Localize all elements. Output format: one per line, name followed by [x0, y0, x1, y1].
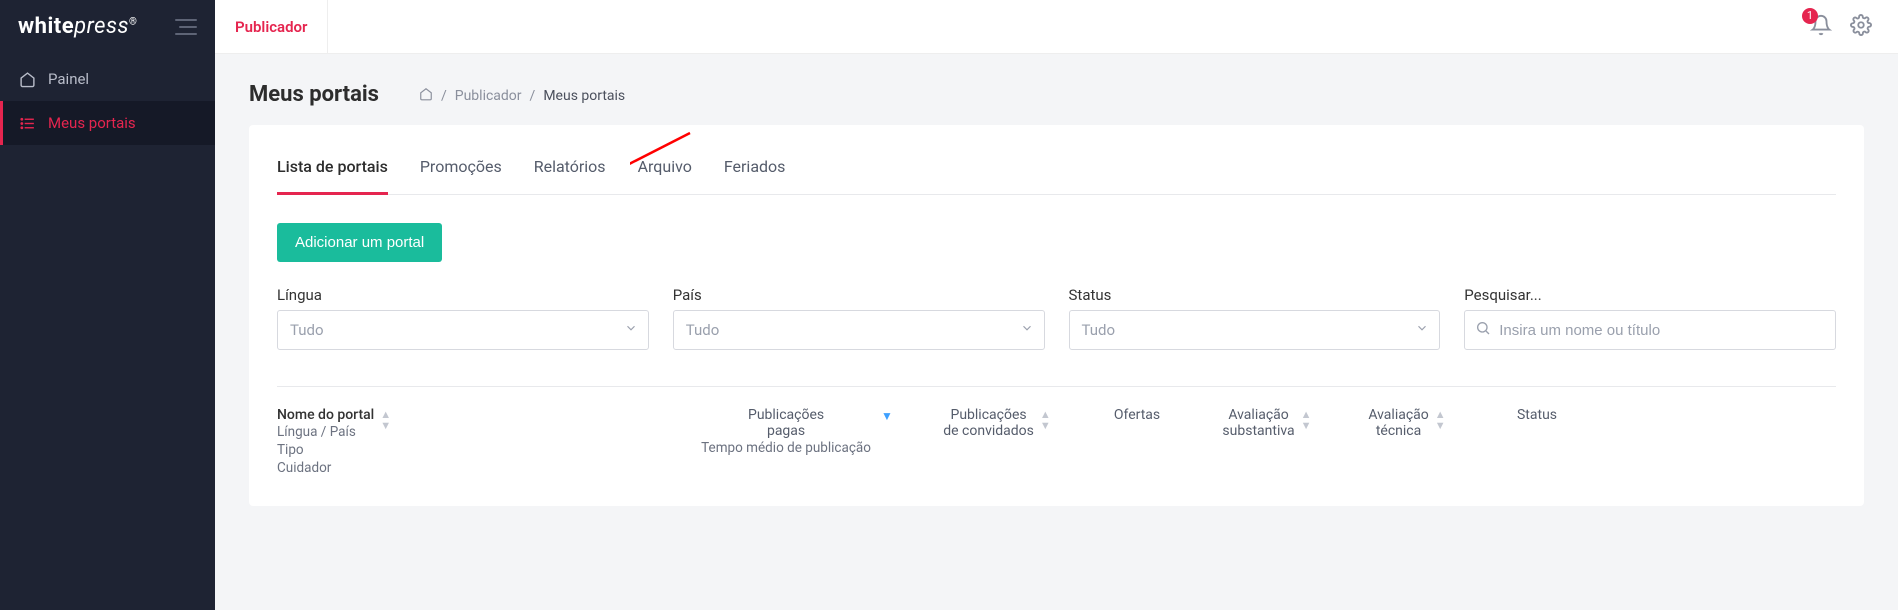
top-tab-label: Publicador [235, 18, 307, 36]
tab-promocoes[interactable]: Promoções [420, 143, 502, 194]
sort-icon: ▲▼ [1040, 409, 1051, 431]
sidebar-item-label: Meus portais [48, 114, 136, 132]
notifications-button[interactable]: 1 [1810, 14, 1832, 40]
th-eval-tecnica[interactable]: Avaliação técnica ▲▼ [1337, 407, 1477, 478]
status-select-value: Tudo [1082, 321, 1116, 339]
th-paid-sub: Tempo médio de publicação [701, 439, 871, 457]
table-header: Nome do portal Língua / País Tipo Cuidad… [277, 386, 1836, 478]
th-evalsub-1: Avaliação [1228, 407, 1288, 423]
th-paid-publications[interactable]: Publicações pagas Tempo médio de publica… [677, 407, 917, 478]
filter-language-label: Língua [277, 286, 649, 304]
filter-country-label: País [673, 286, 1045, 304]
sort-icon: ▲▼ [1301, 409, 1312, 431]
chevron-down-icon [1020, 321, 1034, 339]
th-evaltech-2: técnica [1376, 423, 1421, 439]
filters: Língua Tudo País Tudo [277, 282, 1836, 350]
main: Publicador 1 Meus portais [215, 0, 1898, 610]
content-card: Lista de portais Promoções Relatórios Ar… [249, 125, 1864, 506]
filter-status-label: Status [1069, 286, 1441, 304]
logo-rest: press [74, 14, 129, 39]
th-guest-1: Publicações [950, 407, 1026, 423]
breadcrumb-sep: / [441, 88, 447, 104]
chevron-down-icon [624, 321, 638, 339]
home-icon[interactable] [419, 87, 433, 105]
th-offers-label: Ofertas [1114, 407, 1160, 423]
th-guest-2: de convidados [943, 423, 1034, 439]
th-status-label: Status [1517, 407, 1557, 423]
hamburger-icon[interactable] [175, 19, 197, 35]
th-status[interactable]: Status [1477, 407, 1597, 478]
filter-status: Status Tudo [1069, 286, 1441, 350]
filter-search-label: Pesquisar... [1464, 286, 1836, 304]
search-icon [1475, 320, 1491, 340]
status-select[interactable]: Tudo [1069, 310, 1441, 350]
notification-badge: 1 [1802, 8, 1818, 24]
th-portal-sub1: Língua / País [277, 423, 374, 441]
logo-reg: ® [129, 17, 137, 28]
tab-publicador[interactable]: Publicador [215, 0, 328, 54]
chevron-down-icon [1415, 321, 1429, 339]
th-offers[interactable]: Ofertas [1077, 407, 1197, 478]
sidebar-item-meus-portais[interactable]: Meus portais [0, 101, 215, 145]
sidebar-nav: Painel Meus portais [0, 57, 215, 145]
add-portal-button[interactable]: Adicionar um portal [277, 223, 442, 262]
th-portal-name: Nome do portal [277, 407, 374, 423]
logo: whitepress® [18, 14, 137, 39]
logo-bold: white [18, 14, 74, 39]
search-input-wrap[interactable] [1464, 310, 1836, 350]
sort-icon: ▲▼ [380, 409, 391, 431]
settings-button[interactable] [1850, 14, 1872, 40]
th-evalsub-2: substantiva [1222, 423, 1294, 439]
tabs: Lista de portais Promoções Relatórios Ar… [277, 125, 1836, 195]
breadcrumb-publisher[interactable]: Publicador [455, 88, 522, 104]
th-portal[interactable]: Nome do portal Língua / País Tipo Cuidad… [277, 407, 677, 478]
country-select[interactable]: Tudo [673, 310, 1045, 350]
filter-search: Pesquisar... [1464, 286, 1836, 350]
tab-arquivo[interactable]: Arquivo [638, 143, 692, 194]
tab-relatorios[interactable]: Relatórios [534, 143, 606, 194]
th-guest-publications[interactable]: Publicações de convidados ▲▼ [917, 407, 1077, 478]
sidebar-item-label: Painel [48, 70, 89, 88]
actions-row: Adicionar um portal [277, 195, 1836, 282]
tab-lista-de-portais[interactable]: Lista de portais [277, 143, 388, 194]
th-portal-sub2: Tipo [277, 441, 374, 459]
sort-icon: ▲▼ [1435, 409, 1446, 431]
gear-icon [1850, 14, 1872, 40]
page-head: Meus portais / Publicador / Meus portais [215, 54, 1898, 125]
country-select-value: Tudo [686, 321, 720, 339]
filter-country: País Tudo [673, 286, 1045, 350]
sidebar-top: whitepress® [0, 0, 215, 57]
th-eval-substantiva[interactable]: Avaliação substantiva ▲▼ [1197, 407, 1337, 478]
home-icon [18, 70, 36, 88]
breadcrumb: / Publicador / Meus portais [419, 87, 625, 105]
filter-language: Língua Tudo [277, 286, 649, 350]
sidebar-item-painel[interactable]: Painel [0, 57, 215, 101]
sidebar: whitepress® Painel Meus portais [0, 0, 215, 610]
caret-down-icon: ▼ [881, 409, 893, 423]
th-evaltech-1: Avaliação [1368, 407, 1428, 423]
tab-feriados[interactable]: Feriados [724, 143, 786, 194]
search-input[interactable] [1499, 322, 1825, 339]
list-icon [18, 114, 36, 132]
breadcrumb-current: Meus portais [543, 88, 625, 104]
topbar: Publicador 1 [215, 0, 1898, 54]
th-paid-1: Publicações [748, 407, 824, 423]
th-portal-sub3: Cuidador [277, 459, 374, 477]
page-title: Meus portais [249, 82, 379, 107]
language-select[interactable]: Tudo [277, 310, 649, 350]
topbar-actions: 1 [1784, 0, 1898, 54]
language-select-value: Tudo [290, 321, 324, 339]
th-paid-2: pagas [767, 423, 805, 439]
breadcrumb-sep: / [530, 88, 536, 104]
